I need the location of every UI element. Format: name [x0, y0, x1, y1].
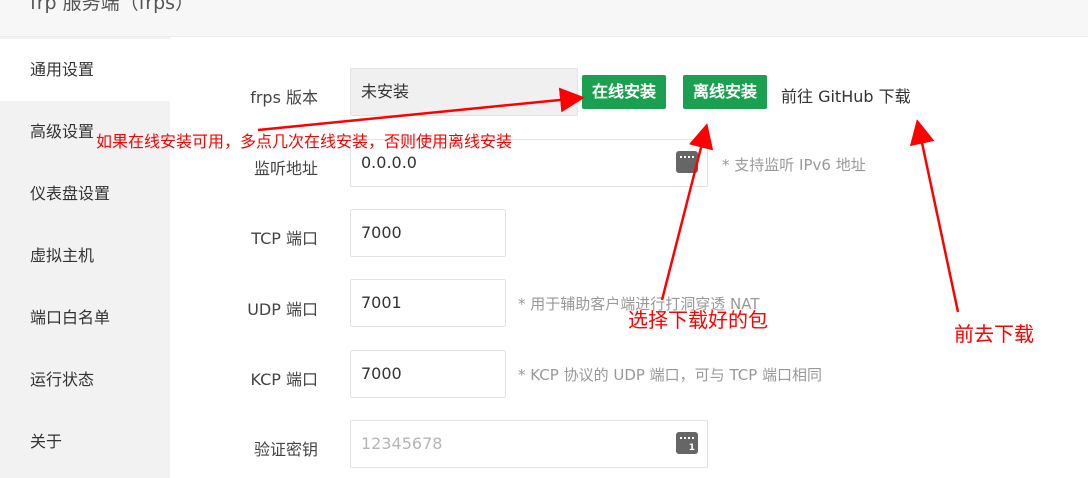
arrow-to-online-install	[257, 87, 585, 132]
arrow-to-offline-install	[660, 123, 714, 301]
arrow-to-github-link	[909, 119, 960, 313]
annotation-arrows	[257, 87, 960, 313]
